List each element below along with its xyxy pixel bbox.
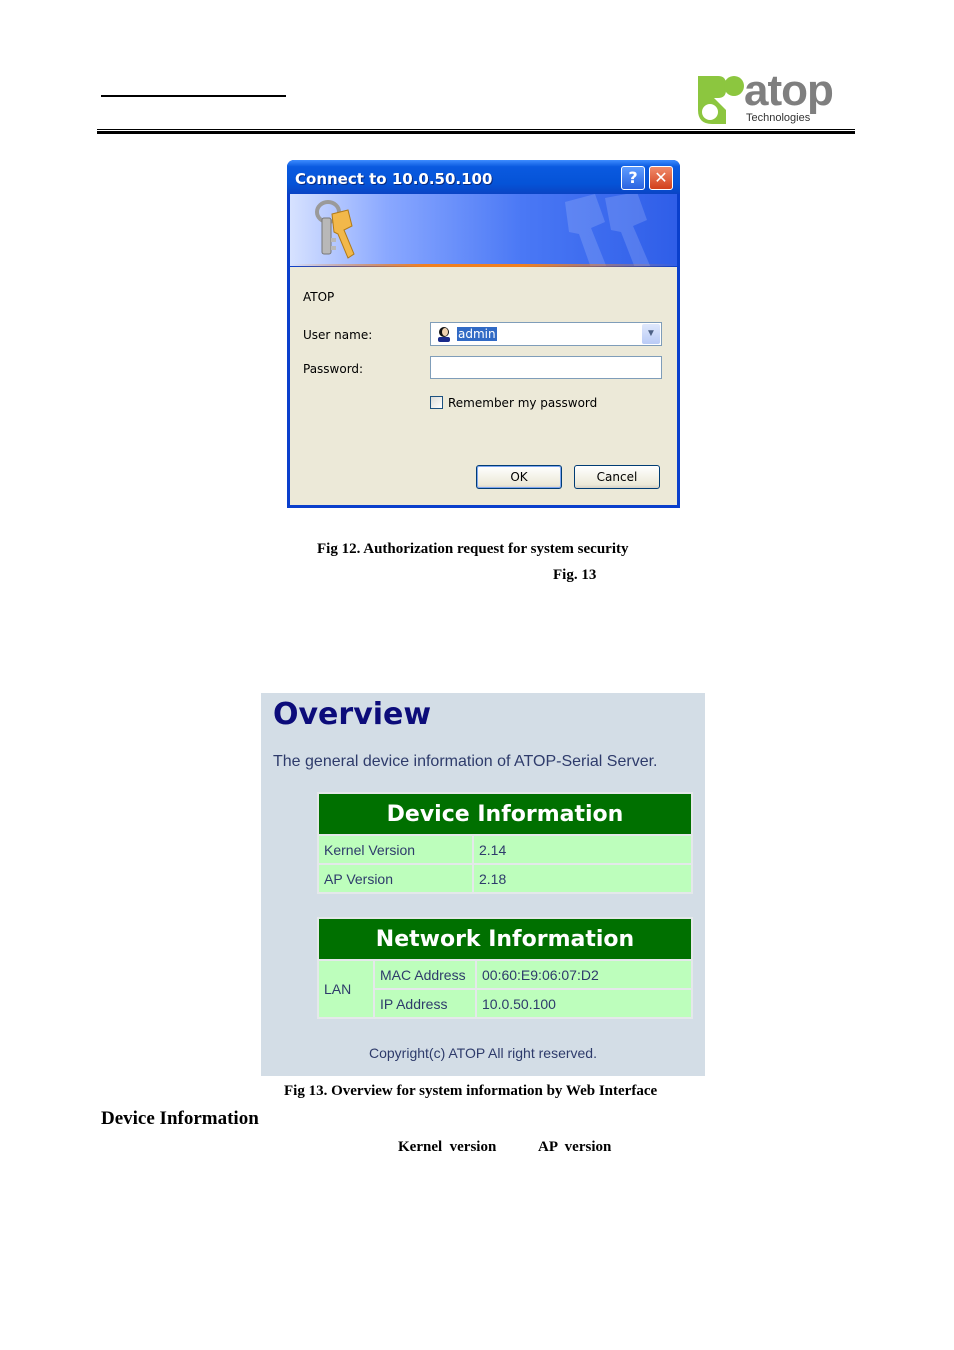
- mac-address-label: MAC Address: [375, 961, 475, 988]
- overview-title: Overview: [273, 697, 432, 732]
- logo-subtitle: Technologies: [746, 112, 811, 124]
- remember-password-checkbox[interactable]: [430, 396, 443, 409]
- overview-description: The general device information of ATOP-S…: [273, 753, 658, 770]
- close-button[interactable]: ✕: [649, 166, 673, 190]
- kernel-version-value: 2.14: [474, 836, 691, 863]
- keys-watermark-icon: [565, 194, 651, 266]
- header-rule-thick: [97, 131, 855, 134]
- dialog-titlebar[interactable]: Connect to 10.0.50.100 ? ✕: [287, 160, 680, 194]
- help-icon: ?: [628, 168, 638, 187]
- table-row: IP Address 10.0.50.100: [319, 990, 691, 1017]
- ap-version-value: 2.18: [474, 865, 691, 892]
- device-information-table: Device Information Kernel Version 2.14 A…: [317, 792, 693, 894]
- user-icon: [438, 327, 450, 342]
- network-information-table: Network Information LAN MAC Address 00:6…: [317, 917, 693, 1019]
- kernel-version-label: Kernel Version: [319, 836, 472, 863]
- remember-password-label[interactable]: Remember my password: [448, 396, 597, 410]
- copyright-notice: Copyright(c) ATOP All right reserved.: [369, 1045, 597, 1061]
- password-label: Password:: [303, 362, 364, 376]
- kernel-version-reference: Kernel version: [398, 1139, 497, 1155]
- close-icon: ✕: [654, 168, 668, 187]
- username-combobox[interactable]: admin ▼: [430, 322, 662, 346]
- overview-panel: Overview The general device information …: [261, 693, 705, 1076]
- username-value[interactable]: admin: [457, 327, 497, 341]
- table-row: AP Version 2.18: [319, 865, 691, 892]
- help-button[interactable]: ?: [621, 166, 645, 190]
- fig13-reference: Fig. 13: [553, 567, 597, 583]
- dialog-body: ATOP User name: admin ▼ Password: Rememb…: [290, 267, 677, 505]
- cancel-button[interactable]: Cancel: [574, 465, 660, 489]
- fig13-caption: Fig 13. Overview for system information …: [284, 1083, 658, 1099]
- ap-version-reference: AP version: [538, 1139, 612, 1155]
- keys-icon: [315, 200, 355, 259]
- password-field[interactable]: [430, 356, 662, 379]
- header-rule-short: [101, 95, 286, 97]
- realm-label: ATOP: [303, 290, 335, 304]
- device-information-header: Device Information: [319, 794, 691, 834]
- section-heading: Device Information: [101, 1108, 259, 1129]
- lan-group-label: LAN: [319, 961, 373, 1017]
- ip-address-value: 10.0.50.100: [477, 990, 691, 1017]
- table-row: Kernel Version 2.14: [319, 836, 691, 863]
- ap-version-label: AP Version: [319, 865, 472, 892]
- dialog-banner: [290, 194, 677, 266]
- network-information-header: Network Information: [319, 919, 691, 959]
- username-label: User name:: [303, 328, 373, 342]
- fig12-caption: Fig 12. Authorization request for system…: [317, 541, 629, 557]
- ip-address-label: IP Address: [375, 990, 475, 1017]
- header-rule-thin: [97, 129, 855, 130]
- atop-logo-mark-icon: [698, 76, 744, 124]
- atop-logo: atop Technologies: [696, 66, 856, 128]
- ok-button[interactable]: OK: [476, 465, 562, 489]
- chevron-down-icon[interactable]: ▼: [642, 324, 660, 344]
- mac-address-value: 00:60:E9:06:07:D2: [477, 961, 691, 988]
- table-row: LAN MAC Address 00:60:E9:06:07:D2: [319, 961, 691, 1017]
- login-dialog: Connect to 10.0.50.100 ? ✕ ATOP User nam…: [287, 160, 680, 508]
- logo-wordmark: atop: [744, 66, 834, 115]
- dialog-title: Connect to 10.0.50.100: [295, 170, 493, 188]
